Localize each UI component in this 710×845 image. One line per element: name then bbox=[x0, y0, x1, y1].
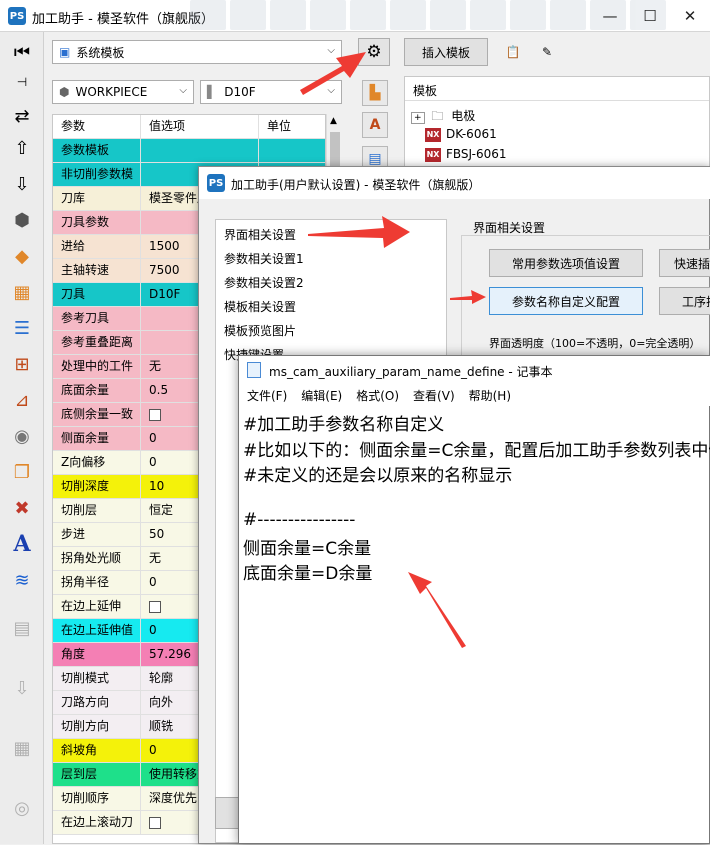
arrow-to-gear-icon bbox=[300, 52, 366, 95]
arrow-to-param-define-icon bbox=[450, 290, 486, 304]
annotation-arrows bbox=[300, 52, 486, 648]
arrow-to-text-icon bbox=[408, 572, 466, 648]
arrow-to-interface-nav-icon bbox=[308, 216, 410, 248]
